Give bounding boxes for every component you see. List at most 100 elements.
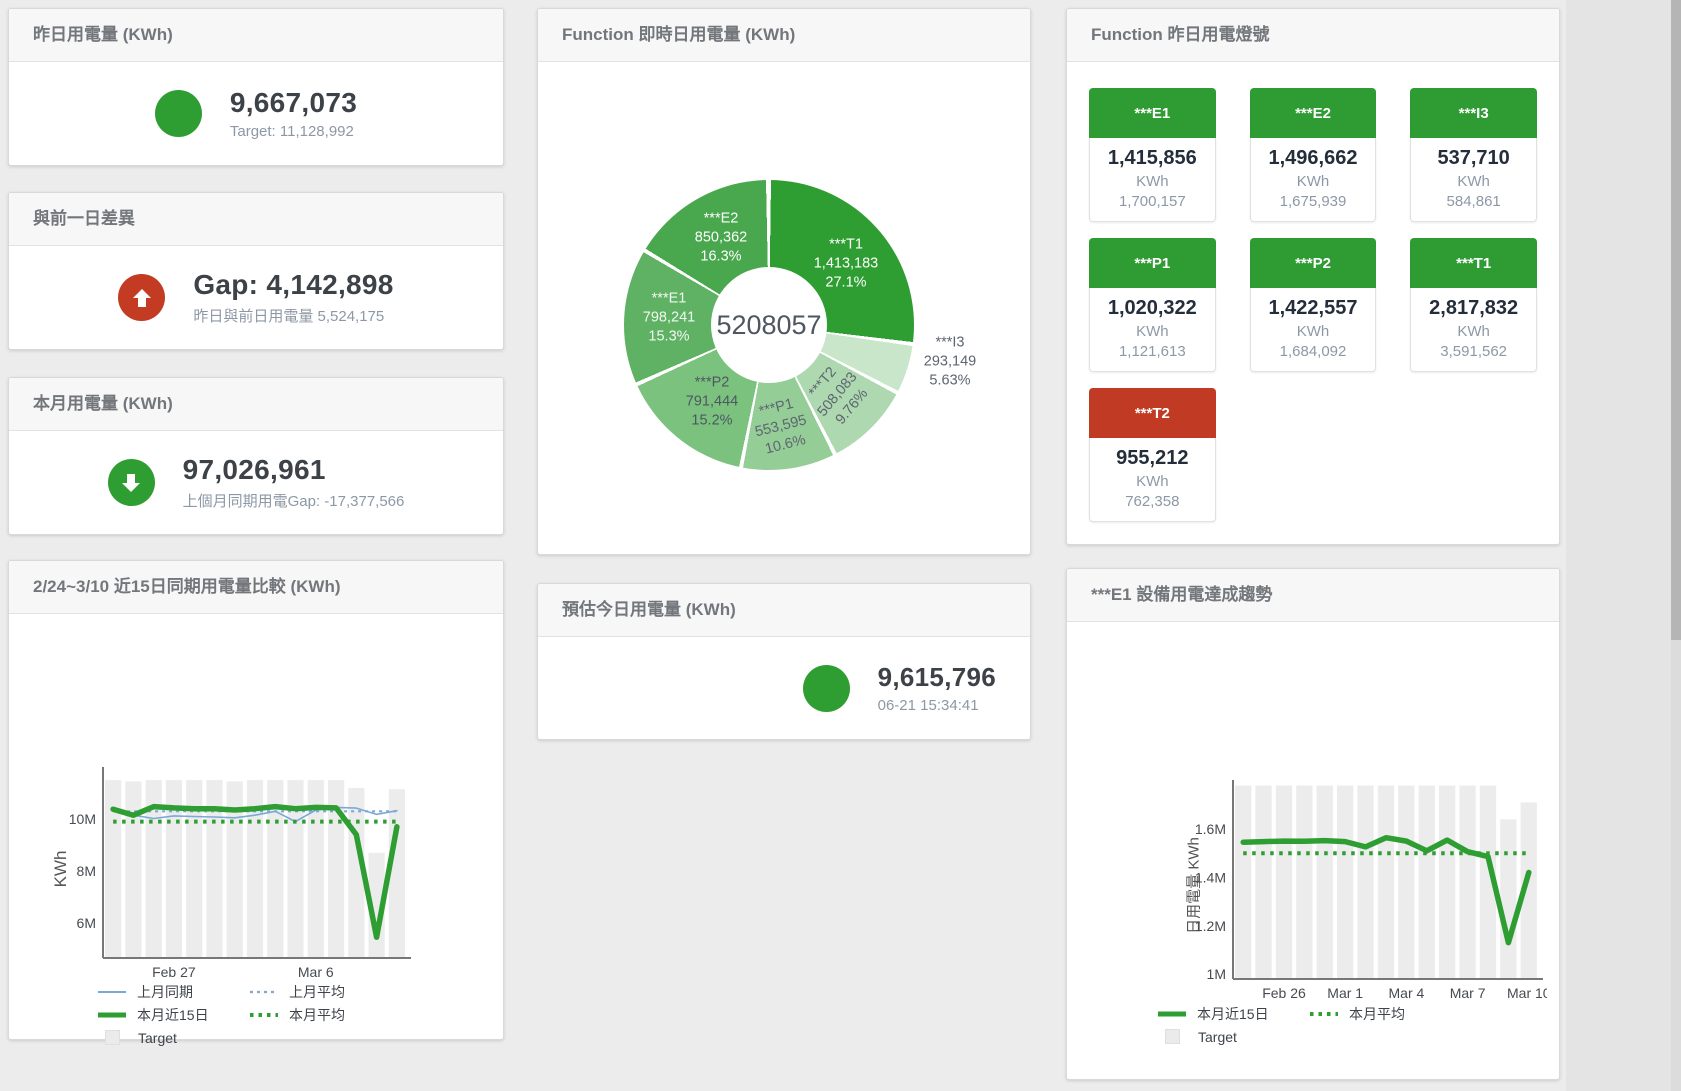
device-tile[interactable]: ***P11,020,322KWh1,121,613 bbox=[1089, 238, 1216, 372]
tile-unit: KWh bbox=[1415, 323, 1532, 340]
tile-unit: KWh bbox=[1094, 173, 1211, 190]
tile-value: 1,422,557 bbox=[1255, 297, 1372, 320]
legend-label: 本月平均 bbox=[1349, 1004, 1405, 1024]
device-tile[interactable]: ***T2 955,212 KWh 762,358 bbox=[1089, 388, 1216, 522]
legend-line-icon bbox=[97, 1009, 127, 1021]
tile-name: ***T1 bbox=[1410, 238, 1537, 288]
svg-text:Mar 1: Mar 1 bbox=[1327, 985, 1363, 1001]
legend-label: 上月同期 bbox=[137, 982, 193, 1002]
tile-target: 1,121,613 bbox=[1094, 343, 1211, 360]
stat-subtitle: 昨日與前日用電量 5,524,175 bbox=[193, 305, 393, 326]
tile-value: 537,710 bbox=[1415, 147, 1532, 170]
svg-text:Mar 4: Mar 4 bbox=[1389, 985, 1425, 1001]
svg-text:8M: 8M bbox=[77, 863, 96, 879]
svg-text:1.4M: 1.4M bbox=[1195, 869, 1226, 885]
tile-unit: KWh bbox=[1255, 323, 1372, 340]
legend-line-icon bbox=[97, 986, 127, 998]
device-tile[interactable]: ***E21,496,662KWh1,675,939 bbox=[1250, 88, 1377, 222]
tile-unit: KWh bbox=[1094, 323, 1211, 340]
tile-body: 1,020,322 KWh 1,121,613 bbox=[1089, 288, 1216, 372]
legend-line-icon bbox=[249, 986, 279, 998]
compare-chart[interactable]: 6M 8M 10M Feb 27 Mar 6 bbox=[53, 765, 415, 985]
legend-label: Target bbox=[1198, 1029, 1237, 1045]
tile-value: 1,415,856 bbox=[1094, 147, 1211, 170]
legend-item[interactable]: 本月近15日 bbox=[1157, 1003, 1309, 1024]
svg-text:10M: 10M bbox=[69, 811, 96, 827]
legend-box-icon bbox=[105, 1030, 120, 1045]
vertical-scrollbar[interactable] bbox=[1671, 0, 1681, 1091]
status-circle-icon bbox=[155, 90, 202, 137]
scrollbar-thumb[interactable] bbox=[1671, 0, 1681, 640]
tile-value: 1,020,322 bbox=[1094, 297, 1211, 320]
stat-value: 97,026,961 bbox=[183, 454, 405, 486]
stat-value: 9,615,796 bbox=[878, 662, 996, 693]
panel-title: 預估今日用電量 (KWh) bbox=[538, 584, 1030, 637]
legend-label: 本月近15日 bbox=[137, 1005, 209, 1025]
legend-line-icon bbox=[1309, 1008, 1339, 1020]
legend-item[interactable]: Target bbox=[1157, 1026, 1309, 1047]
donut-chart-area: 5208057 ***T11,413,18327.1%***I3293,1495… bbox=[538, 62, 1030, 554]
panel-title: 2/24~3/10 近15日同期用電量比較 (KWh) bbox=[9, 561, 503, 614]
legend-item[interactable]: Target bbox=[97, 1027, 249, 1048]
legend-item[interactable]: 本月平均 bbox=[1309, 1003, 1461, 1024]
tile-body: 537,710 KWh 584,861 bbox=[1410, 138, 1537, 222]
panel-estimate-today: 預估今日用電量 (KWh) 9,615,796 06-21 15:34:41 bbox=[537, 583, 1031, 740]
tile-name: ***E2 bbox=[1250, 88, 1377, 138]
legend-item[interactable]: 本月平均 bbox=[249, 1004, 401, 1025]
compare-chart-legend: 上月同期 上月平均本月近15日 本月平均 Target bbox=[97, 981, 401, 1048]
legend-item[interactable]: 本月近15日 bbox=[97, 1004, 249, 1025]
trend-chart[interactable]: 1M1.2M1.4M1.6MFeb 26Mar 1Mar 4Mar 7Mar 1… bbox=[1177, 778, 1547, 1006]
device-tile[interactable]: ***T1 2,817,832 KWh 3,591,562 bbox=[1410, 238, 1537, 372]
device-tile[interactable]: ***I3537,710KWh584,861 bbox=[1410, 88, 1537, 222]
legend-line-icon bbox=[1157, 1008, 1187, 1020]
tile-name: ***E1 bbox=[1089, 88, 1216, 138]
dashboard: 昨日用電量 (KWh) 9,667,073 Target: 11,128,992… bbox=[0, 0, 1681, 1091]
device-tile[interactable]: ***E11,415,856KWh1,700,157 bbox=[1089, 88, 1216, 222]
legend-label: Target bbox=[138, 1030, 177, 1046]
stat-subtitle: 上個月同期用電Gap: -17,377,566 bbox=[183, 490, 405, 511]
legend-label: 本月平均 bbox=[289, 1005, 345, 1025]
tile-target: 762,358 bbox=[1094, 493, 1211, 510]
legend-item[interactable]: 上月同期 bbox=[97, 981, 249, 1002]
legend-label: 上月平均 bbox=[289, 982, 345, 1002]
svg-text:1.6M: 1.6M bbox=[1195, 821, 1226, 837]
tile-name: ***T2 bbox=[1089, 388, 1216, 438]
tile-target: 1,675,939 bbox=[1255, 193, 1372, 210]
svg-text:Mar 6: Mar 6 bbox=[298, 964, 334, 980]
tile-target: 584,861 bbox=[1415, 193, 1532, 210]
tile-value: 955,212 bbox=[1094, 447, 1211, 470]
legend-item[interactable]: 上月平均 bbox=[249, 981, 401, 1002]
donut-segment-label: ***I3293,1495.63% bbox=[924, 333, 976, 390]
tile-value: 1,496,662 bbox=[1255, 147, 1372, 170]
panel-yesterday-usage: 昨日用電量 (KWh) 9,667,073 Target: 11,128,992 bbox=[8, 8, 504, 166]
legend-label: 本月近15日 bbox=[1197, 1004, 1269, 1024]
device-tile[interactable]: ***P21,422,557KWh1,684,092 bbox=[1250, 238, 1377, 372]
tile-target: 3,591,562 bbox=[1415, 343, 1532, 360]
stat-subtitle: Target: 11,128,992 bbox=[230, 123, 357, 140]
stat-value: Gap: 4,142,898 bbox=[193, 269, 393, 301]
tile-body: 1,496,662KWh1,675,939 bbox=[1250, 138, 1377, 222]
tile-name: ***P2 bbox=[1250, 238, 1377, 288]
svg-text:6M: 6M bbox=[77, 915, 96, 931]
panel-title: 與前一日差異 bbox=[9, 193, 503, 246]
tile-body: 1,422,557KWh1,684,092 bbox=[1250, 288, 1377, 372]
legend-box-icon bbox=[1165, 1029, 1180, 1044]
tile-value: 2,817,832 bbox=[1415, 297, 1532, 320]
donut-center-total: 5208057 bbox=[711, 267, 827, 383]
panel-device-status: Function 昨日用電燈號 ***E11,415,856KWh1,700,1… bbox=[1066, 8, 1560, 545]
panel-title: Function 昨日用電燈號 bbox=[1067, 9, 1559, 62]
status-circle-icon bbox=[803, 665, 850, 712]
panel-month-usage: 本月用電量 (KWh) 97,026,961 上個月同期用電Gap: -17,3… bbox=[8, 377, 504, 535]
svg-text:Feb 27: Feb 27 bbox=[152, 964, 196, 980]
panel-day-gap: 與前一日差異 Gap: 4,142,898 昨日與前日用電量 5,524,175 bbox=[8, 192, 504, 350]
panel-realtime-donut: Function 即時日用電量 (KWh) 5208057 ***T11,413… bbox=[537, 8, 1031, 555]
tile-unit: KWh bbox=[1415, 173, 1532, 190]
tile-unit: KWh bbox=[1094, 473, 1211, 490]
panel-trend-chart: ***E1 設備用電達成趨勢 日用電量 KWh 1M1.2M1.4M1.6MFe… bbox=[1066, 568, 1560, 1080]
panel-title: Function 即時日用電量 (KWh) bbox=[538, 9, 1030, 62]
panel-title: 本月用電量 (KWh) bbox=[9, 378, 503, 431]
tile-body: 2,817,832 KWh 3,591,562 bbox=[1410, 288, 1537, 372]
panel-compare-chart: 2/24~3/10 近15日同期用電量比較 (KWh) KWh 6M8M10MF… bbox=[8, 560, 504, 1040]
panel-title: 昨日用電量 (KWh) bbox=[9, 9, 503, 62]
svg-text:Mar 7: Mar 7 bbox=[1450, 985, 1486, 1001]
